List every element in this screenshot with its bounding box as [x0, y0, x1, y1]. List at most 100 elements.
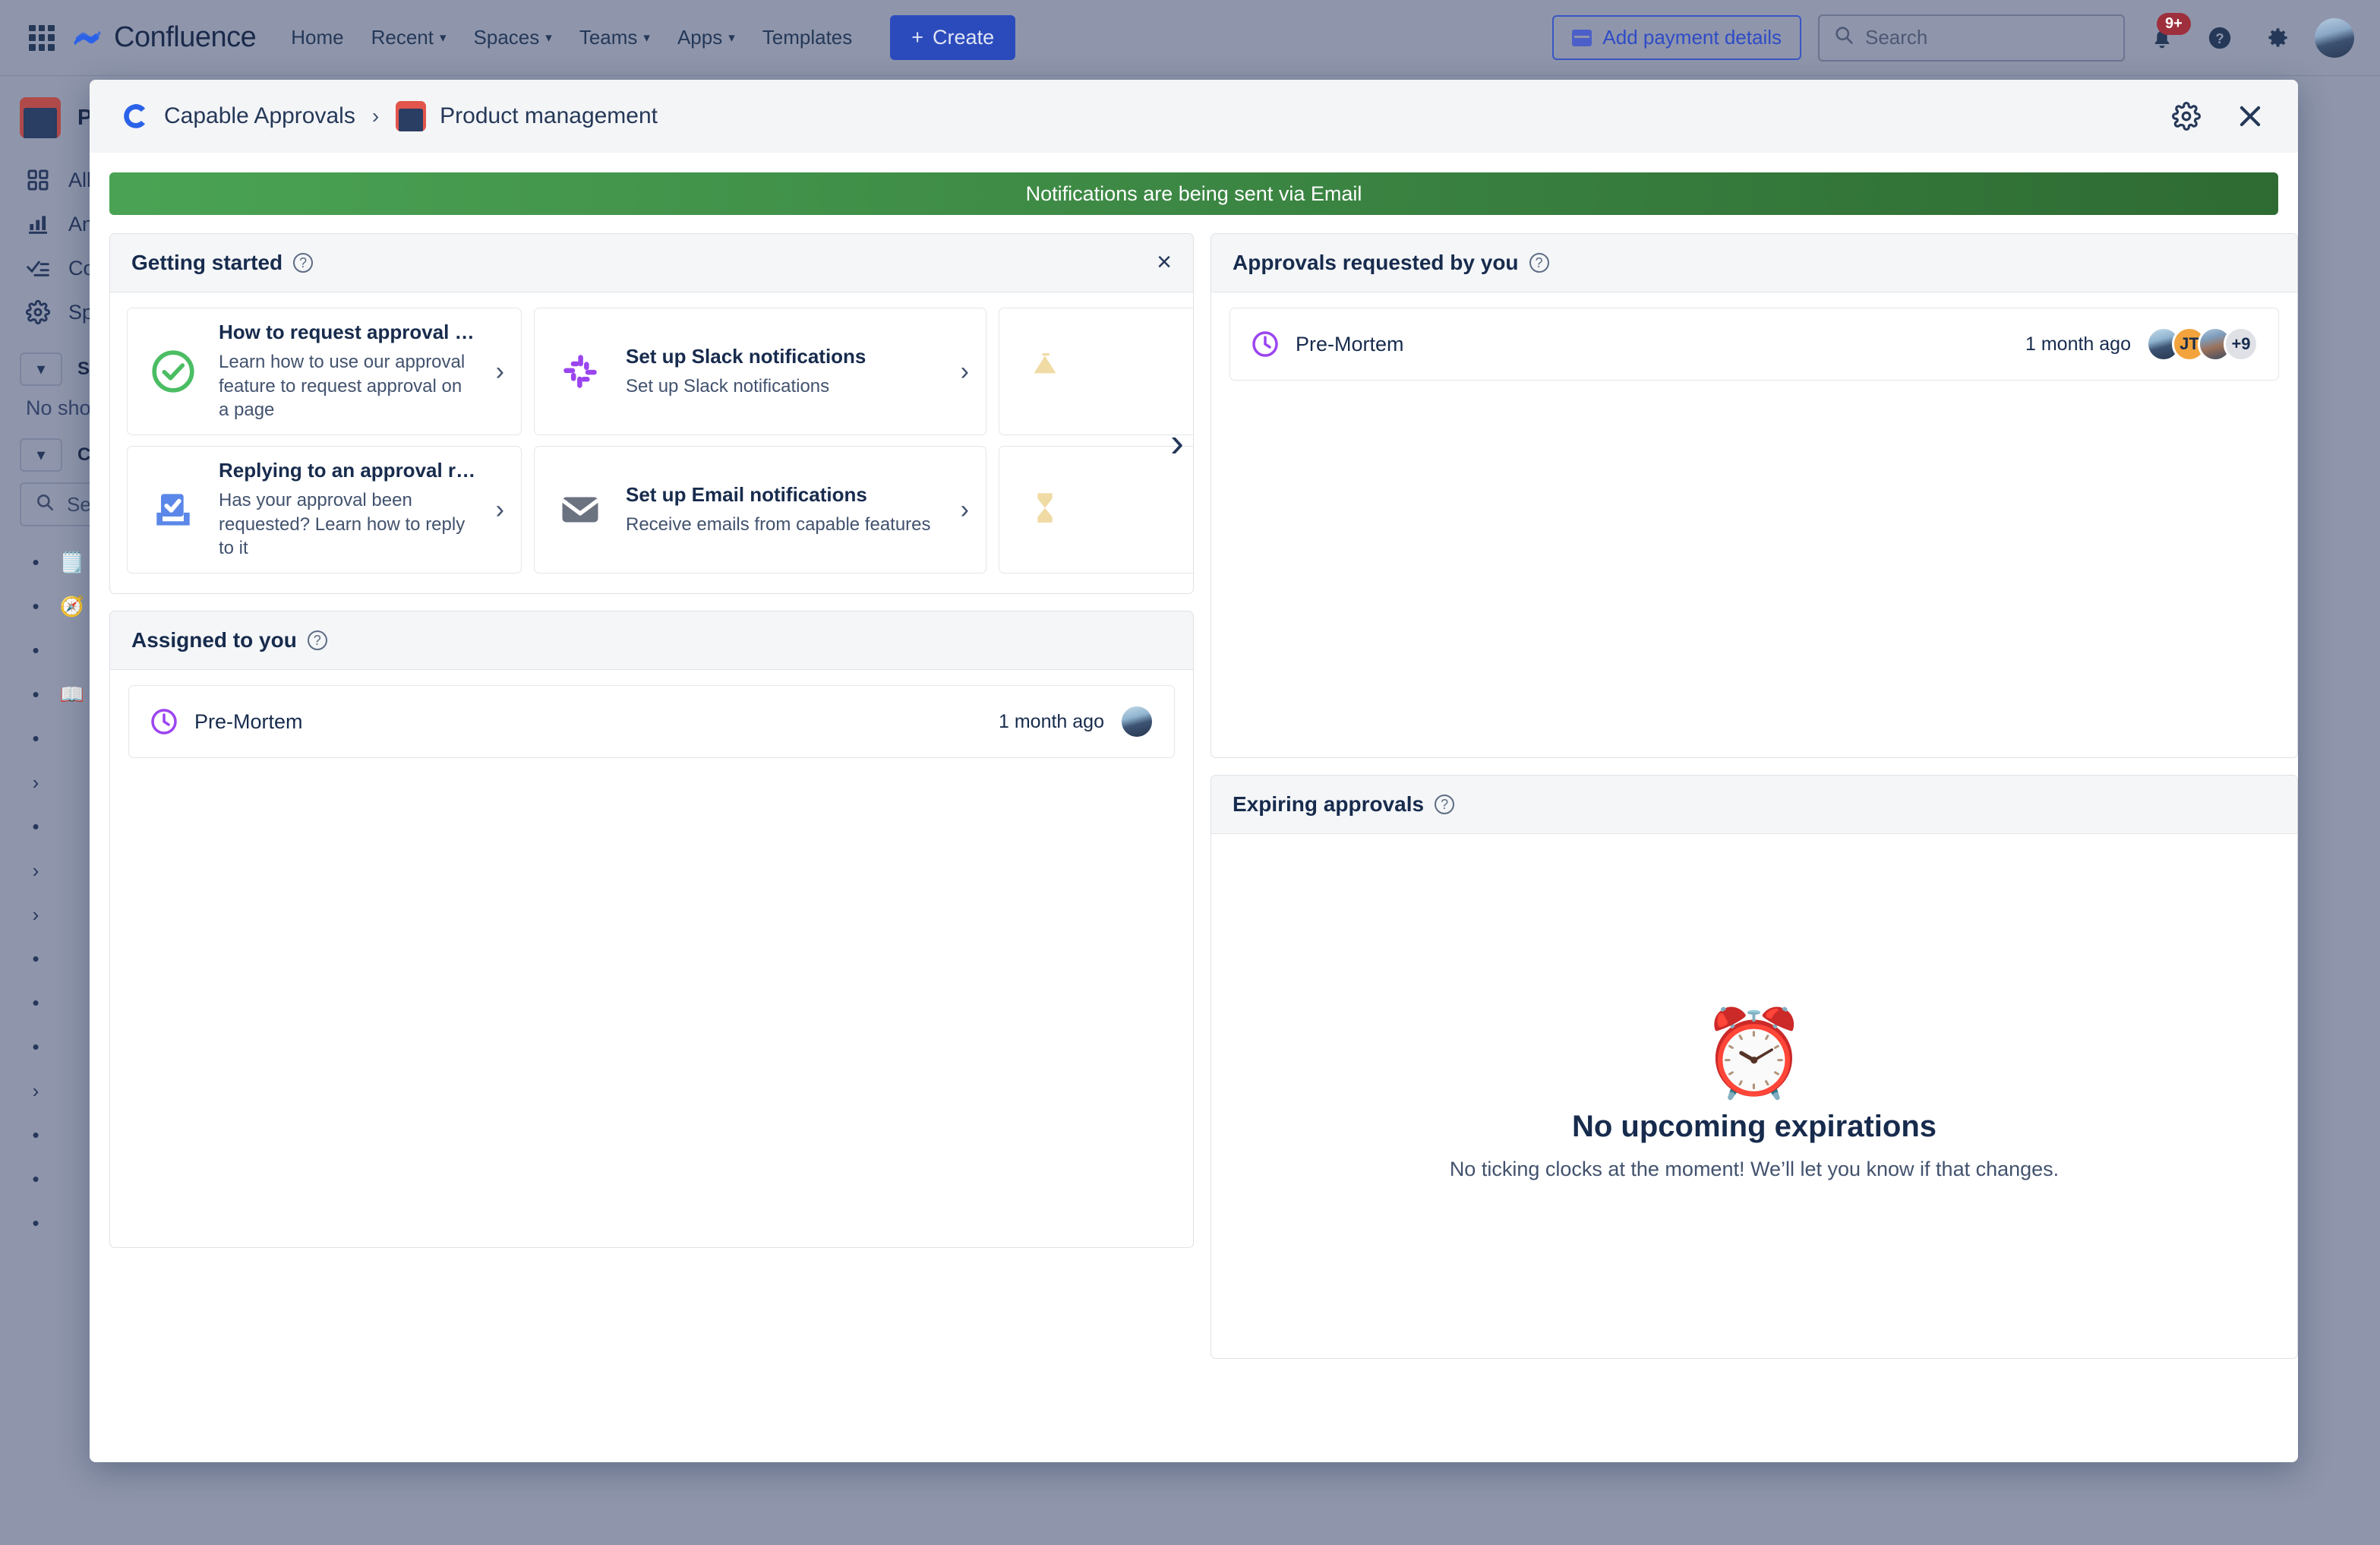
approvals-requested-header: Approvals requested by you ?	[1211, 234, 2297, 292]
panel-title: Approvals requested by you	[1233, 251, 1519, 275]
page-emoji-icon: 📖	[59, 683, 85, 706]
nav-right-group: Add payment details Search 9+ ?	[1552, 14, 2354, 62]
modal-header-actions	[2167, 97, 2269, 135]
getting-started-card-partial[interactable]	[999, 308, 1193, 435]
card-text: Set up Slack notifications Set up Slack …	[626, 345, 941, 399]
panel-title: Getting started	[131, 251, 283, 275]
card-desc: Has your approval been requested? Learn …	[219, 488, 476, 561]
search-icon	[35, 492, 55, 517]
getting-started-card[interactable]: Set up Slack notifications Set up Slack …	[534, 308, 986, 435]
assigned-to-you-body: Pre-Mortem 1 month ago	[110, 685, 1193, 1247]
nav-spaces[interactable]: Spaces ▾	[474, 26, 552, 49]
chevron-right-icon[interactable]: ›	[496, 495, 504, 525]
chevron-down-icon[interactable]: ▾	[20, 352, 62, 386]
bullet-icon: •	[27, 1123, 44, 1147]
getting-started-card[interactable]: Set up Email notifications Receive email…	[534, 446, 986, 573]
chevron-right-icon[interactable]: ›	[27, 903, 44, 927]
chevron-right-icon[interactable]: ›	[27, 771, 44, 795]
approval-meta: 1 month ago JT +9	[2025, 327, 2258, 362]
chevron-right-icon[interactable]: ›	[496, 357, 504, 387]
breadcrumb-space[interactable]: Product management	[396, 101, 658, 131]
envelope-icon	[554, 484, 606, 536]
question-circle-icon[interactable]: ?	[1435, 795, 1454, 814]
chevron-right-icon[interactable]: ›	[961, 357, 969, 387]
nav-label: Home	[291, 26, 343, 49]
add-payment-details-button[interactable]: Add payment details	[1552, 15, 1801, 60]
user-avatar[interactable]	[2315, 18, 2354, 58]
search-input[interactable]: Search	[1818, 14, 2125, 62]
credit-card-icon	[1572, 30, 1592, 46]
svg-text:?: ?	[2215, 30, 2224, 46]
notification-banner: Notifications are being sent via Email	[109, 172, 2278, 215]
dashboard-columns: Getting started ? ×	[109, 233, 2278, 1359]
alarm-clock-icon: ⏰	[1701, 1011, 1807, 1096]
chevron-right-icon[interactable]: ›	[961, 495, 969, 525]
space-avatar-icon	[20, 97, 61, 138]
approval-row[interactable]: Pre-Mortem 1 month ago	[128, 685, 1175, 758]
nav-apps[interactable]: Apps ▾	[677, 26, 735, 49]
panel-title: Assigned to you	[131, 628, 297, 652]
green-check-circle-icon	[147, 346, 199, 397]
chevron-down-icon: ▾	[545, 31, 552, 44]
card-text: Set up Email notifications Receive email…	[626, 483, 941, 537]
card-title: Set up Slack notifications	[626, 345, 941, 368]
chevron-right-icon[interactable]: ›	[27, 859, 44, 883]
assigned-to-you-header: Assigned to you ?	[110, 611, 1193, 670]
close-icon[interactable]: ×	[1157, 254, 1172, 272]
card-desc: Set up Slack notifications	[626, 374, 941, 399]
question-circle-icon[interactable]: ?	[293, 253, 313, 273]
question-circle-icon[interactable]: ?	[1529, 253, 1549, 273]
breadcrumb-space-label: Product management	[440, 103, 658, 129]
question-circle-icon[interactable]: ?	[308, 630, 327, 650]
getting-started-carousel: How to request approval on a p… Learn ho…	[110, 292, 1193, 593]
nav-templates[interactable]: Templates	[762, 26, 853, 49]
bell-outline-icon	[1019, 346, 1071, 397]
empty-state-title: No upcoming expirations	[1572, 1110, 1937, 1144]
chevron-down-icon[interactable]: ▾	[20, 438, 62, 472]
search-icon	[1833, 24, 1854, 51]
bullet-icon: •	[27, 815, 44, 839]
approvals-requested-body: Pre-Mortem 1 month ago JT +9	[1211, 308, 2297, 757]
approval-row[interactable]: Pre-Mortem 1 month ago JT +9	[1229, 308, 2279, 381]
right-column: Approvals requested by you ? Pre-Mortem	[1211, 233, 2298, 1359]
create-label: Create	[933, 26, 994, 49]
nav-teams[interactable]: Teams ▾	[579, 26, 650, 49]
settings-button[interactable]	[2257, 17, 2298, 58]
getting-started-card[interactable]: How to request approval on a p… Learn ho…	[127, 308, 522, 435]
breadcrumb-app-label: Capable Approvals	[164, 103, 355, 129]
breadcrumb-app[interactable]: Capable Approvals	[118, 100, 355, 132]
search-placeholder: Search	[1865, 26, 1927, 49]
close-icon[interactable]	[2231, 97, 2269, 135]
nav-recent[interactable]: Recent ▾	[371, 26, 447, 49]
blue-checkbox-inbox-icon	[147, 484, 199, 536]
help-button[interactable]: ?	[2199, 17, 2240, 58]
expiring-approvals-panel: Expiring approvals ? ⏰ No upcoming expir…	[1211, 775, 2298, 1359]
getting-started-card[interactable]: Replying to an approval request Has your…	[127, 446, 522, 573]
gear-icon[interactable]	[2167, 97, 2205, 135]
confluence-home-link[interactable]: Confluence	[71, 21, 256, 54]
create-button[interactable]: + Create	[890, 15, 1015, 60]
getting-started-header: Getting started ? ×	[110, 234, 1193, 292]
grid-icon	[24, 166, 52, 194]
avatar[interactable]	[1119, 704, 1154, 739]
brand-name: Confluence	[114, 21, 256, 54]
avatar-overflow-count[interactable]: +9	[2224, 327, 2258, 362]
card-desc: Learn how to use our approval feature to…	[219, 350, 476, 423]
getting-started-card-partial[interactable]	[999, 446, 1193, 573]
bar-chart-icon	[24, 210, 52, 238]
notifications-button[interactable]: 9+	[2142, 17, 2183, 58]
card-title: Set up Email notifications	[626, 483, 941, 507]
carousel-next-button[interactable]: ›	[1170, 426, 1184, 459]
approval-title: Pre-Mortem	[1296, 333, 1404, 356]
bullet-icon: •	[27, 1035, 44, 1059]
bullet-icon: •	[27, 727, 44, 750]
space-avatar-icon	[396, 101, 426, 131]
nav-home[interactable]: Home	[291, 26, 343, 49]
bullet-icon: •	[27, 595, 44, 618]
grid-apps-icon[interactable]	[26, 22, 58, 54]
approval-time: 1 month ago	[2025, 333, 2131, 355]
chevron-right-icon[interactable]: ›	[27, 1079, 44, 1103]
card-text: How to request approval on a p… Learn ho…	[219, 321, 476, 423]
expiring-approvals-header: Expiring approvals ?	[1211, 776, 2297, 834]
card-desc: Receive emails from capable features	[626, 513, 941, 537]
